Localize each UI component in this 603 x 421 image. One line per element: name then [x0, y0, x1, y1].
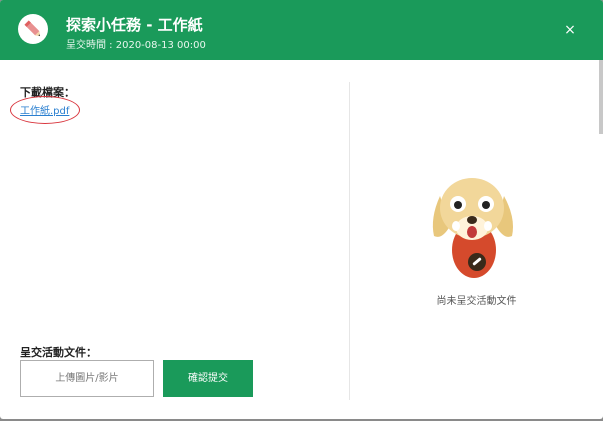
modal-title: 探索小任務 - 工作紙: [66, 16, 203, 34]
empty-state-text: 尚未呈交活動文件: [436, 296, 517, 307]
close-button[interactable]: ×: [560, 20, 580, 40]
submission-modal: 探索小任務 - 工作紙 呈交時間 : 2020-08-13 00:00 × 下載…: [0, 0, 603, 419]
upload-button[interactable]: 上傳圖片/影片: [20, 360, 154, 397]
divider: [349, 82, 350, 400]
scrollbar[interactable]: [599, 60, 603, 134]
submit-time: 呈交時間 : 2020-08-13 00:00: [66, 40, 206, 51]
submit-button[interactable]: 確認提交: [163, 360, 253, 397]
submission-title: 呈交活動文件：: [20, 346, 97, 359]
modal-header: 探索小任務 - 工作紙 呈交時間 : 2020-08-13 00:00 ×: [0, 0, 603, 60]
worksheet-file-link[interactable]: 工作紙.pdf: [20, 102, 69, 117]
pencil-icon: [18, 14, 48, 44]
dog-illustration: [420, 168, 524, 284]
